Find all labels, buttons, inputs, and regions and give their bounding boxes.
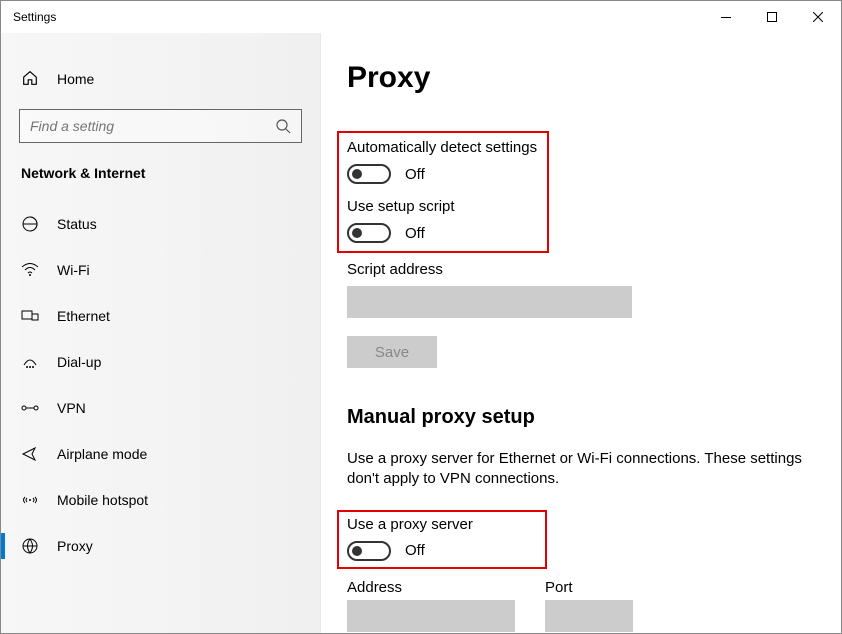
manual-description: Use a proxy server for Ethernet or Wi-Fi… — [347, 449, 807, 490]
port-input — [545, 600, 633, 632]
home-nav[interactable]: Home — [1, 63, 320, 109]
script-address-input — [347, 286, 632, 318]
highlight-box-proxy: Use a proxy server Off — [337, 510, 547, 569]
nav-label: Dial-up — [57, 354, 101, 370]
nav-label: Wi-Fi — [57, 262, 90, 278]
search-box[interactable] — [19, 109, 302, 143]
address-label: Address — [347, 579, 545, 596]
close-button[interactable] — [795, 1, 841, 33]
maximize-icon — [767, 12, 777, 22]
content: Proxy Automatically detect settings Off … — [321, 33, 841, 633]
vpn-icon — [21, 399, 39, 417]
nav-item-status[interactable]: Status — [1, 201, 320, 247]
minimize-button[interactable] — [703, 1, 749, 33]
nav-label: Airplane mode — [57, 446, 147, 462]
highlight-box-auto: Automatically detect settings Off Use se… — [337, 131, 549, 253]
auto-detect-toggle[interactable] — [347, 164, 391, 184]
window-controls — [703, 1, 841, 33]
sidebar: Home Network & Internet Status Wi-Fi — [1, 33, 321, 633]
maximize-button[interactable] — [749, 1, 795, 33]
script-address-label: Script address — [347, 261, 811, 278]
use-proxy-toggle[interactable] — [347, 541, 391, 561]
port-label: Port — [545, 579, 633, 596]
manual-heading: Manual proxy setup — [347, 406, 811, 429]
window-title: Settings — [1, 10, 56, 24]
nav-item-wifi[interactable]: Wi-Fi — [1, 247, 320, 293]
nav-item-proxy[interactable]: Proxy — [1, 523, 320, 569]
nav-item-airplane[interactable]: Airplane mode — [1, 431, 320, 477]
titlebar: Settings — [1, 1, 841, 33]
nav-label: VPN — [57, 400, 86, 416]
auto-detect-state: Off — [405, 166, 425, 183]
status-icon — [21, 215, 39, 233]
minimize-icon — [721, 17, 731, 18]
page-title: Proxy — [347, 61, 811, 95]
nav-item-dialup[interactable]: Dial-up — [1, 339, 320, 385]
nav-item-vpn[interactable]: VPN — [1, 385, 320, 431]
nav-label: Status — [57, 216, 97, 232]
airplane-icon — [21, 445, 39, 463]
home-icon — [21, 69, 41, 89]
close-icon — [813, 12, 823, 22]
ethernet-icon — [21, 307, 39, 325]
use-proxy-state: Off — [405, 542, 425, 559]
wifi-icon — [21, 261, 39, 279]
nav-item-ethernet[interactable]: Ethernet — [1, 293, 320, 339]
use-proxy-label: Use a proxy server — [347, 516, 545, 533]
auto-detect-label: Automatically detect settings — [347, 139, 547, 156]
dialup-icon — [21, 353, 39, 371]
search-input[interactable] — [30, 118, 275, 134]
use-script-state: Off — [405, 225, 425, 242]
address-input — [347, 600, 515, 632]
nav-label: Proxy — [57, 538, 93, 554]
proxy-icon — [21, 537, 39, 555]
category-heading: Network & Internet — [1, 165, 320, 201]
use-script-label: Use setup script — [347, 198, 547, 215]
hotspot-icon — [21, 491, 39, 509]
nav-list: Status Wi-Fi Ethernet Dial-up — [1, 201, 320, 569]
nav-label: Ethernet — [57, 308, 110, 324]
nav-item-hotspot[interactable]: Mobile hotspot — [1, 477, 320, 523]
save-button: Save — [347, 336, 437, 368]
use-script-toggle[interactable] — [347, 223, 391, 243]
home-label: Home — [57, 71, 94, 87]
search-icon — [275, 118, 291, 134]
nav-label: Mobile hotspot — [57, 492, 148, 508]
